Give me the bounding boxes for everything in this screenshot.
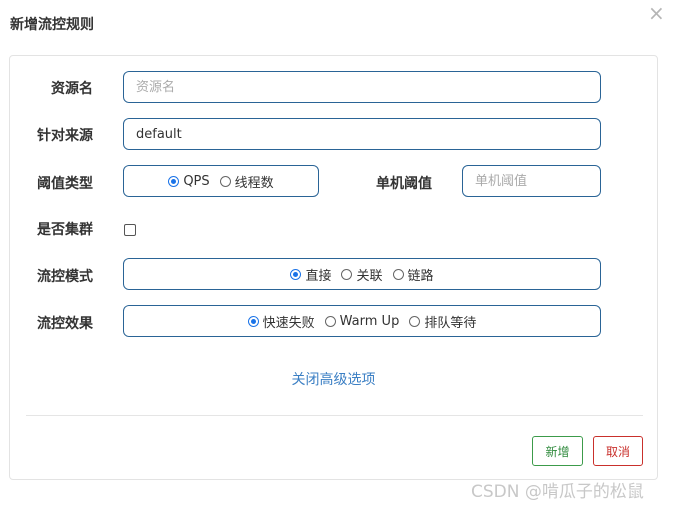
radio-option-warm-up[interactable]: Warm Up	[324, 313, 400, 329]
close-advanced-link[interactable]: 关闭高级选项	[0, 369, 667, 389]
resource-input[interactable]	[123, 71, 601, 103]
dialog-title: 新增流控规则	[10, 17, 94, 33]
threshold-type-group: QPS 线程数	[123, 165, 319, 197]
radio-checked-icon	[247, 315, 259, 327]
threshold-type-label: 阈值类型	[37, 176, 93, 192]
radio-label: 链路	[407, 268, 434, 284]
add-button[interactable]: 新增	[532, 436, 583, 466]
radio-label: 关联	[356, 268, 383, 284]
radio-label: 快速失败	[262, 315, 315, 331]
radio-option-qps[interactable]: QPS	[168, 173, 210, 189]
radio-option-queue[interactable]: 排队等待	[409, 312, 476, 331]
control-effect-label: 流控效果	[37, 316, 93, 332]
radio-unchecked-icon	[219, 175, 231, 187]
threshold-input[interactable]	[462, 165, 601, 197]
cancel-button[interactable]: 取消	[593, 436, 643, 466]
radio-option-relate[interactable]: 关联	[341, 265, 383, 284]
control-mode-group: 直接 关联 链路	[123, 258, 601, 290]
radio-label: 直接	[305, 268, 332, 284]
radio-option-direct[interactable]: 直接	[290, 265, 331, 284]
cluster-label: 是否集群	[37, 222, 93, 238]
resource-label: 资源名	[51, 81, 93, 97]
watermark: CSDN @啃瓜子的松鼠	[471, 482, 644, 502]
control-effect-group: 快速失败 Warm Up 排队等待	[123, 305, 601, 337]
radio-unchecked-icon	[392, 268, 404, 280]
radio-checked-icon	[290, 268, 302, 280]
radio-label: QPS	[183, 173, 210, 189]
origin-input[interactable]	[123, 118, 601, 150]
radio-option-chain[interactable]: 链路	[392, 265, 434, 284]
radio-unchecked-icon	[341, 268, 353, 280]
radio-option-fast-fail[interactable]: 快速失败	[247, 312, 315, 331]
radio-label: Warm Up	[339, 313, 400, 329]
radio-checked-icon	[168, 175, 180, 187]
radio-label: 线程数	[234, 175, 274, 191]
threshold-label: 单机阈值	[376, 176, 432, 192]
divider	[26, 415, 643, 416]
radio-option-threads[interactable]: 线程数	[219, 172, 274, 191]
radio-unchecked-icon	[324, 315, 336, 327]
origin-label: 针对来源	[37, 128, 93, 144]
radio-label: 排队等待	[424, 315, 477, 331]
close-icon[interactable]: ×	[648, 2, 665, 24]
cluster-checkbox[interactable]	[124, 224, 136, 236]
control-mode-label: 流控模式	[37, 269, 93, 285]
radio-unchecked-icon	[409, 315, 421, 327]
